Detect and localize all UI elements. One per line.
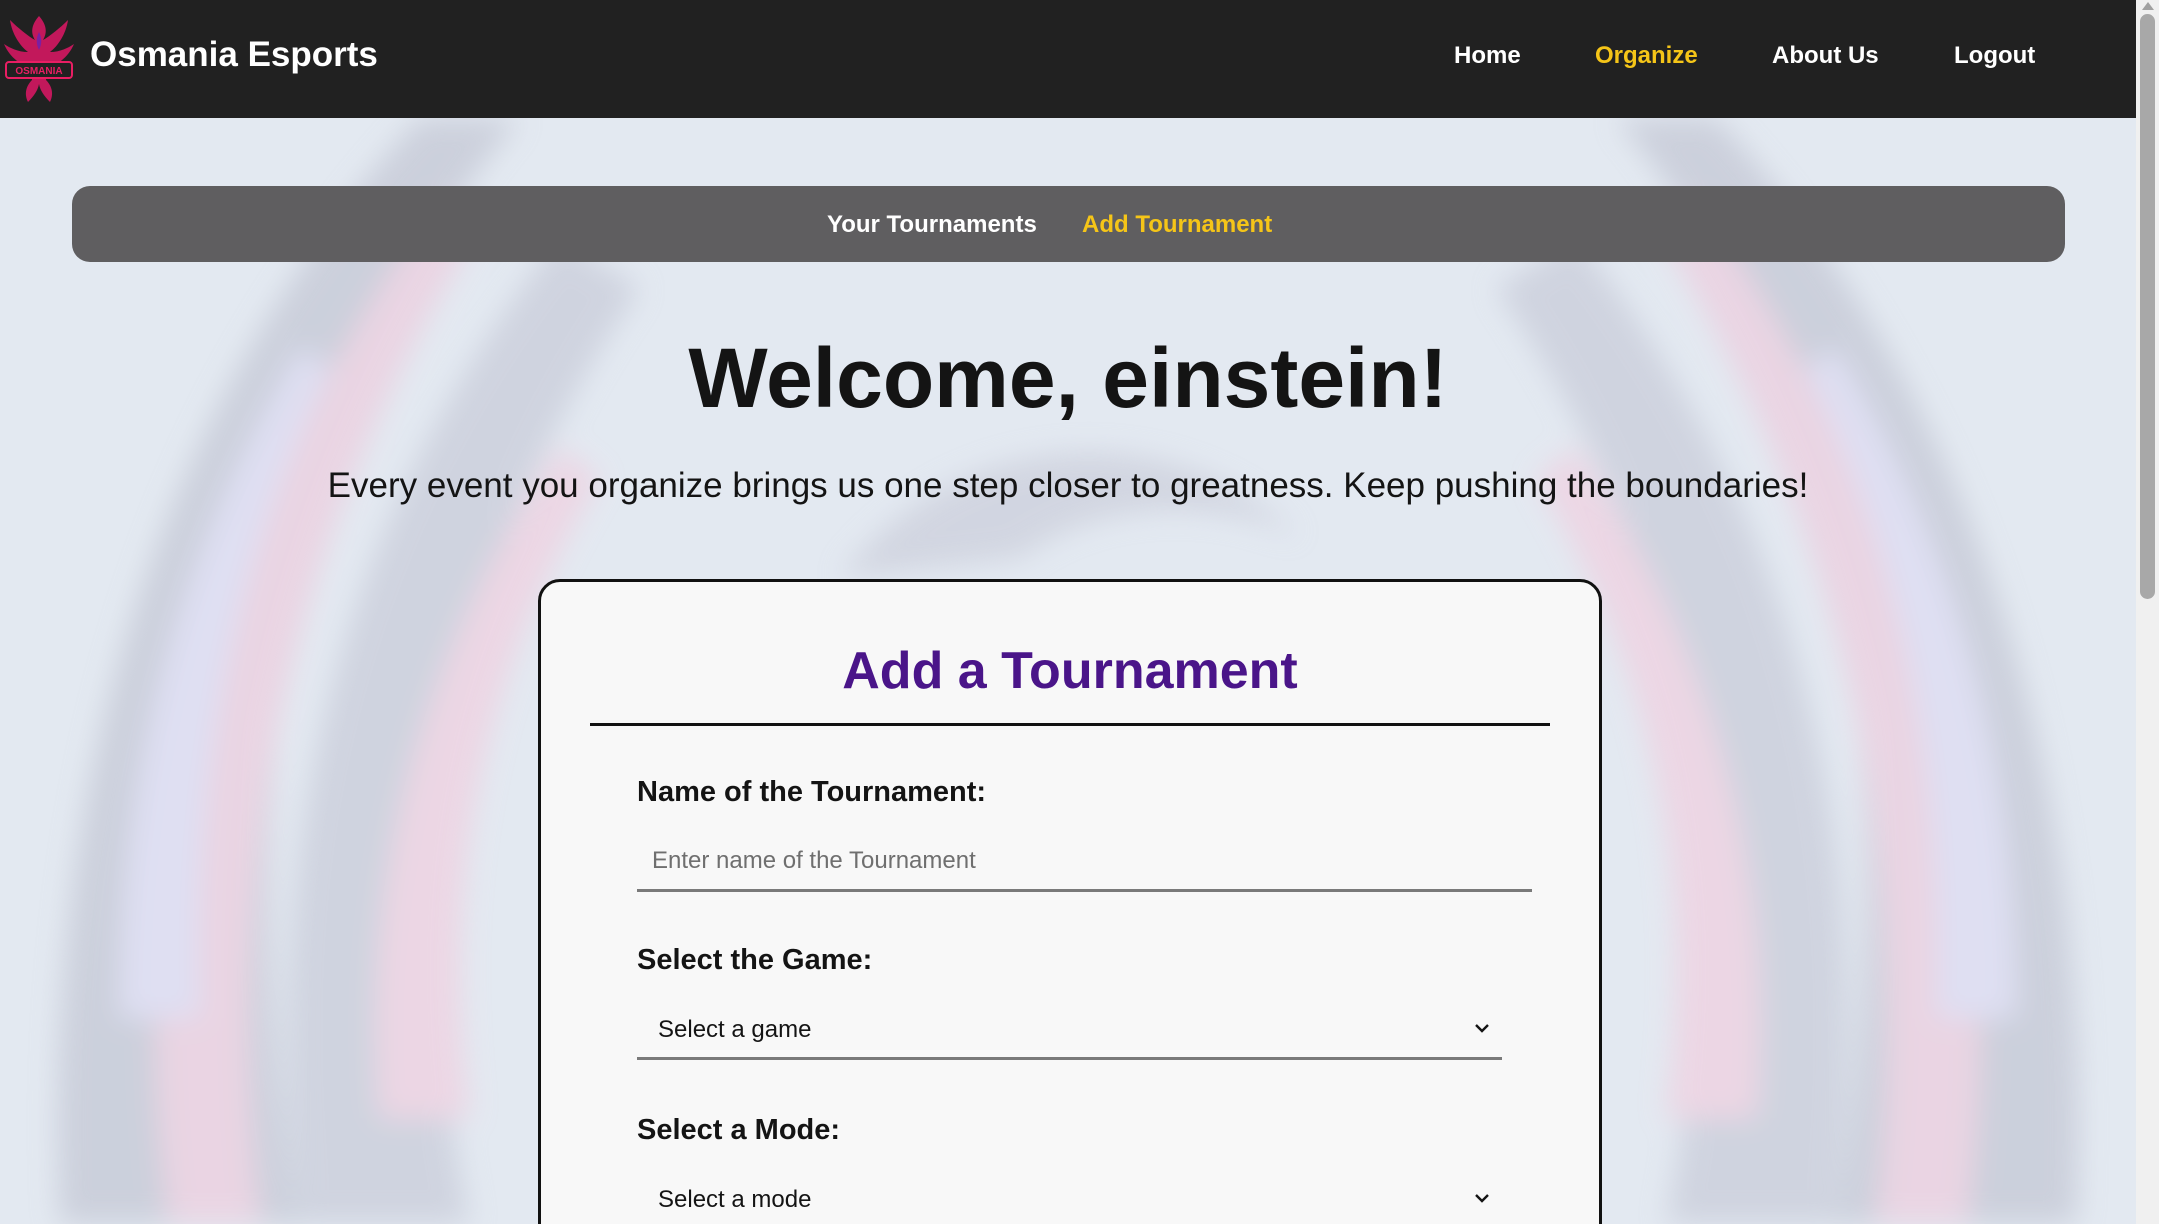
nav-home[interactable]: Home	[1454, 42, 1521, 70]
chevron-down-icon	[1475, 1194, 1489, 1203]
welcome-tagline: Every event you organize brings us one s…	[327, 466, 1809, 505]
tab-your-tournaments[interactable]: Your Tournaments	[827, 211, 1037, 239]
mode-label: Select a Mode:	[637, 1114, 841, 1146]
nav-about-us[interactable]: About Us	[1772, 42, 1879, 70]
page-scrollbar[interactable]	[2136, 0, 2159, 1224]
scroll-up-arrow-icon[interactable]	[2142, 2, 2154, 10]
organize-subnav: Your Tournaments Add Tournament	[72, 186, 2065, 262]
add-tournament-form: Add a Tournament Name of the Tournament:…	[538, 579, 1602, 1224]
tournament-name-input[interactable]	[637, 832, 1532, 892]
mode-select-value: Select a mode	[658, 1186, 812, 1213]
nav-logout[interactable]: Logout	[1954, 42, 2035, 70]
phoenix-logo-icon[interactable]: OSMANIA	[2, 10, 76, 104]
welcome-heading: Welcome, einstein!	[688, 331, 1448, 425]
logo-text: OSMANIA	[15, 66, 62, 77]
form-divider	[590, 723, 1550, 726]
form-title: Add a Tournament	[842, 642, 1298, 700]
game-select-value: Select a game	[658, 1016, 812, 1043]
game-select[interactable]: Select a game	[637, 1002, 1502, 1060]
tab-add-tournament[interactable]: Add Tournament	[1082, 211, 1272, 239]
tournament-name-label: Name of the Tournament:	[637, 776, 987, 808]
mode-select[interactable]: Select a mode	[637, 1172, 1502, 1224]
nav-organize[interactable]: Organize	[1595, 42, 1698, 70]
brand-name[interactable]: Osmania Esports	[90, 34, 378, 76]
game-label: Select the Game:	[637, 944, 873, 976]
top-navbar: OSMANIA Osmania Esports Home Organize Ab…	[0, 0, 2136, 118]
chevron-down-icon	[1475, 1024, 1489, 1033]
scrollbar-thumb[interactable]	[2140, 14, 2155, 599]
